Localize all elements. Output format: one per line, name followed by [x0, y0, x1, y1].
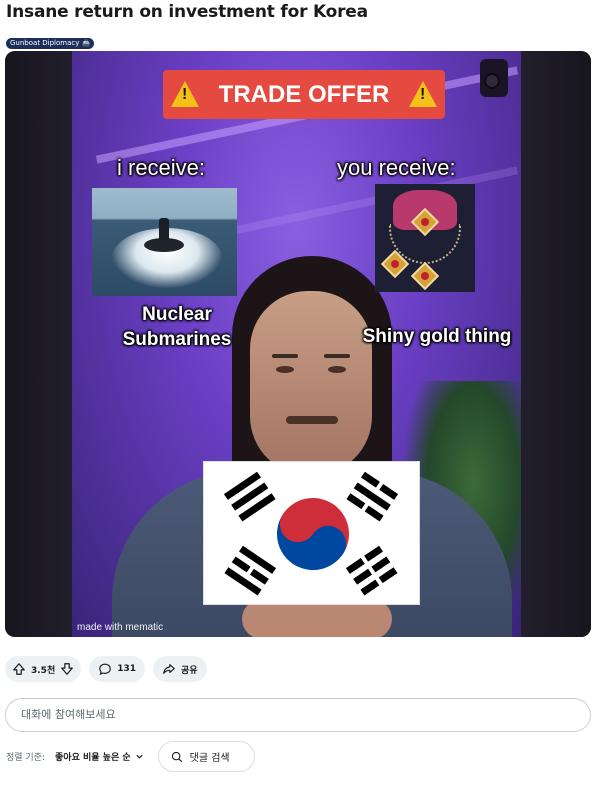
trigram-gam — [346, 471, 399, 523]
comment-count: 131 — [117, 664, 137, 674]
search-comments-button[interactable]: 댓글 검색 — [157, 741, 255, 772]
sort-dropdown[interactable]: 좋아요 비율 높은 순 — [55, 750, 144, 763]
chevron-down-icon — [136, 754, 143, 759]
downvote-icon[interactable] — [60, 662, 74, 676]
vote-count: 3.5천 — [31, 665, 56, 676]
post-title[interactable]: Insane return on investment for Korea — [6, 2, 368, 22]
shiny-gold-thing-caption: Shiny gold thing — [362, 326, 512, 347]
trade-offer-banner: TRADE OFFER — [163, 70, 445, 119]
submarine-photo — [92, 188, 237, 296]
warning-icon — [171, 81, 199, 107]
person-brow — [324, 354, 350, 358]
comment-icon — [99, 663, 112, 676]
trigram-gon — [345, 545, 398, 597]
comment-sort-row: 정렬 기준: 좋아요 비율 높은 순 댓글 검색 — [6, 741, 255, 772]
medal-jewel — [421, 218, 429, 226]
post-flair[interactable]: Gunboat Diplomacy 🚢 — [6, 38, 95, 49]
person-eye — [276, 366, 294, 373]
person-brow — [272, 354, 298, 358]
media-letterbox-left — [5, 51, 72, 637]
medal-jewel — [421, 272, 429, 280]
share-icon — [163, 664, 175, 674]
stage-lamp-lens — [484, 73, 500, 89]
i-receive-caption: i receive: — [117, 155, 206, 180]
you-receive-caption: you receive: — [337, 155, 456, 180]
upvote-icon[interactable] — [12, 662, 26, 676]
trigram-geon — [223, 471, 276, 523]
mematic-watermark: made with mematic — [77, 622, 164, 633]
person-face — [250, 291, 372, 476]
warning-icon — [409, 81, 437, 107]
trigram-ri — [224, 545, 277, 597]
vote-control: 3.5천 — [5, 656, 82, 682]
search-icon — [171, 751, 182, 762]
search-comments-label: 댓글 검색 — [189, 753, 230, 764]
sort-label: 정렬 기준: — [6, 753, 46, 763]
medal-jewel — [391, 260, 399, 268]
media-letterbox-right — [521, 51, 591, 637]
person-mustache — [286, 416, 338, 424]
sort-value: 좋아요 비율 높은 순 — [55, 753, 131, 763]
meme-image: TRADE OFFER i receive: you receive: Nucl… — [72, 51, 521, 637]
nuclear-submarines-caption: Nuclear Submarines — [122, 304, 232, 350]
south-korea-flag — [203, 461, 420, 605]
medal-photo — [375, 184, 475, 292]
share-label: 공유 — [181, 665, 198, 676]
post-action-bar: 3.5천 131 공유 — [5, 656, 207, 682]
comments-button[interactable]: 131 — [89, 656, 146, 682]
trade-offer-title: TRADE OFFER — [218, 81, 390, 108]
comment-input[interactable]: 대화에 참여해보세요 — [5, 698, 591, 732]
submarine-sail — [159, 218, 169, 240]
person-eye — [328, 366, 346, 373]
share-button[interactable]: 공유 — [153, 656, 207, 682]
submarine-hull — [144, 238, 184, 252]
post-media[interactable]: TRADE OFFER i receive: you receive: Nucl… — [5, 51, 591, 637]
